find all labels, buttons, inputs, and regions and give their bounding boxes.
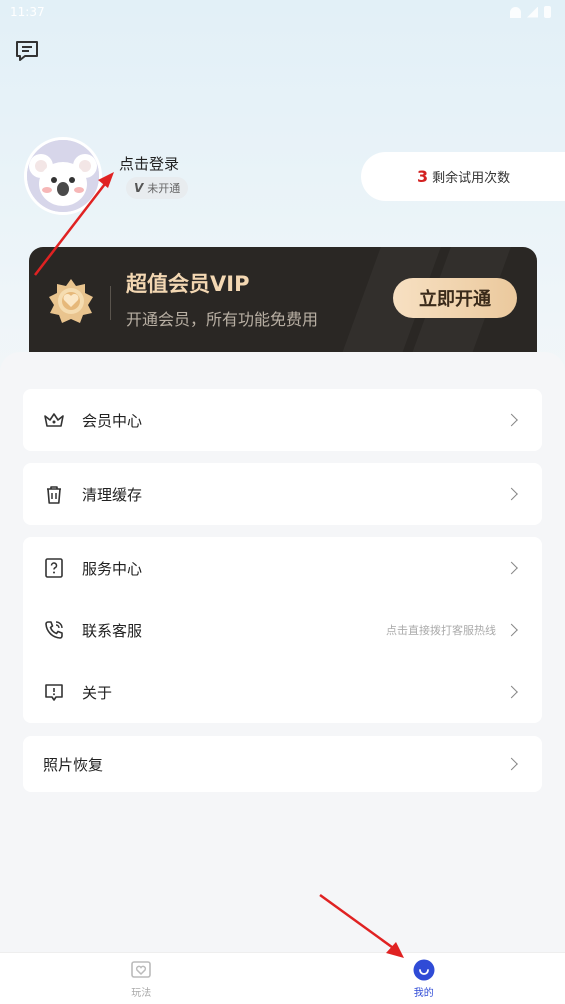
menu-label: 服务中心 bbox=[82, 559, 143, 578]
menu-item-service-center[interactable]: 服务中心 bbox=[23, 537, 542, 599]
tab-mine[interactable]: 我的 bbox=[283, 953, 565, 1004]
status-bar: 11:37 bbox=[0, 0, 565, 24]
clear-cache-card: 清理缓存 bbox=[23, 463, 542, 525]
banner-divider bbox=[110, 286, 111, 320]
menu-label: 联系客服 bbox=[82, 621, 143, 640]
status-icons bbox=[510, 6, 551, 18]
menu-item-about[interactable]: 关于 bbox=[23, 661, 542, 723]
chevron-right-icon bbox=[505, 561, 518, 575]
koala-avatar-icon bbox=[27, 140, 99, 212]
menu-label: 清理缓存 bbox=[82, 485, 143, 504]
signal-icon bbox=[527, 6, 538, 18]
trial-count-card[interactable]: 3 剩余试用次数 bbox=[361, 152, 565, 201]
avatar[interactable] bbox=[24, 137, 102, 215]
contact-hint: 点击直接拨打客服热线 bbox=[386, 624, 496, 637]
support-card: 服务中心 联系客服 点击直接拨打客服热线 关于 bbox=[23, 537, 542, 723]
status-time: 11:37 bbox=[10, 5, 45, 19]
vip-badge-mark: V bbox=[134, 181, 144, 195]
menu-label: 关于 bbox=[82, 683, 113, 702]
bottom-tab-bar: 玩法 我的 bbox=[0, 952, 565, 1004]
phone-icon bbox=[43, 619, 65, 641]
vip-center-card: 会员中心 bbox=[23, 389, 542, 451]
chevron-right-icon bbox=[505, 623, 518, 637]
wifi-icon bbox=[510, 6, 521, 18]
vip-banner[interactable]: 超值会员VIP 开通会员，所有功能免费用 立即开通 bbox=[29, 247, 537, 359]
menu-item-contact-support[interactable]: 联系客服 点击直接拨打客服热线 bbox=[23, 599, 542, 661]
heart-frame-icon bbox=[131, 960, 152, 978]
trial-count: 3 bbox=[417, 167, 429, 186]
menu-item-photo-recovery[interactable]: 照片恢复 bbox=[23, 736, 542, 792]
tab-label: 玩法 bbox=[131, 987, 152, 999]
tab-label: 我的 bbox=[413, 987, 434, 999]
chevron-right-icon bbox=[505, 685, 518, 699]
trial-label: 剩余试用次数 bbox=[432, 171, 511, 186]
battery-icon bbox=[544, 6, 551, 18]
chevron-right-icon bbox=[505, 487, 518, 501]
menu-item-clear-cache[interactable]: 清理缓存 bbox=[23, 463, 542, 525]
vip-title: 超值会员VIP bbox=[126, 272, 250, 296]
vip-medal-icon bbox=[49, 279, 93, 323]
vip-status-badge: V 未开通 bbox=[126, 177, 189, 199]
menu-label: 照片恢复 bbox=[43, 755, 104, 774]
question-icon bbox=[43, 557, 65, 579]
tab-play[interactable]: 玩法 bbox=[0, 953, 283, 1004]
menu-label: 会员中心 bbox=[82, 411, 143, 430]
vip-badge-text: 未开通 bbox=[147, 182, 181, 195]
vip-subtitle: 开通会员，所有功能免费用 bbox=[126, 310, 319, 329]
photo-recovery-card: 照片恢复 bbox=[23, 736, 542, 792]
smile-icon bbox=[413, 959, 435, 980]
chevron-right-icon bbox=[505, 413, 518, 427]
chevron-right-icon bbox=[505, 757, 518, 771]
crown-icon bbox=[43, 409, 65, 431]
trash-icon bbox=[43, 483, 65, 505]
menu-item-vip-center[interactable]: 会员中心 bbox=[23, 389, 542, 451]
message-icon[interactable] bbox=[14, 38, 40, 64]
login-link[interactable]: 点击登录 bbox=[119, 153, 179, 174]
info-icon bbox=[43, 681, 65, 703]
activate-now-button[interactable]: 立即开通 bbox=[393, 278, 517, 318]
